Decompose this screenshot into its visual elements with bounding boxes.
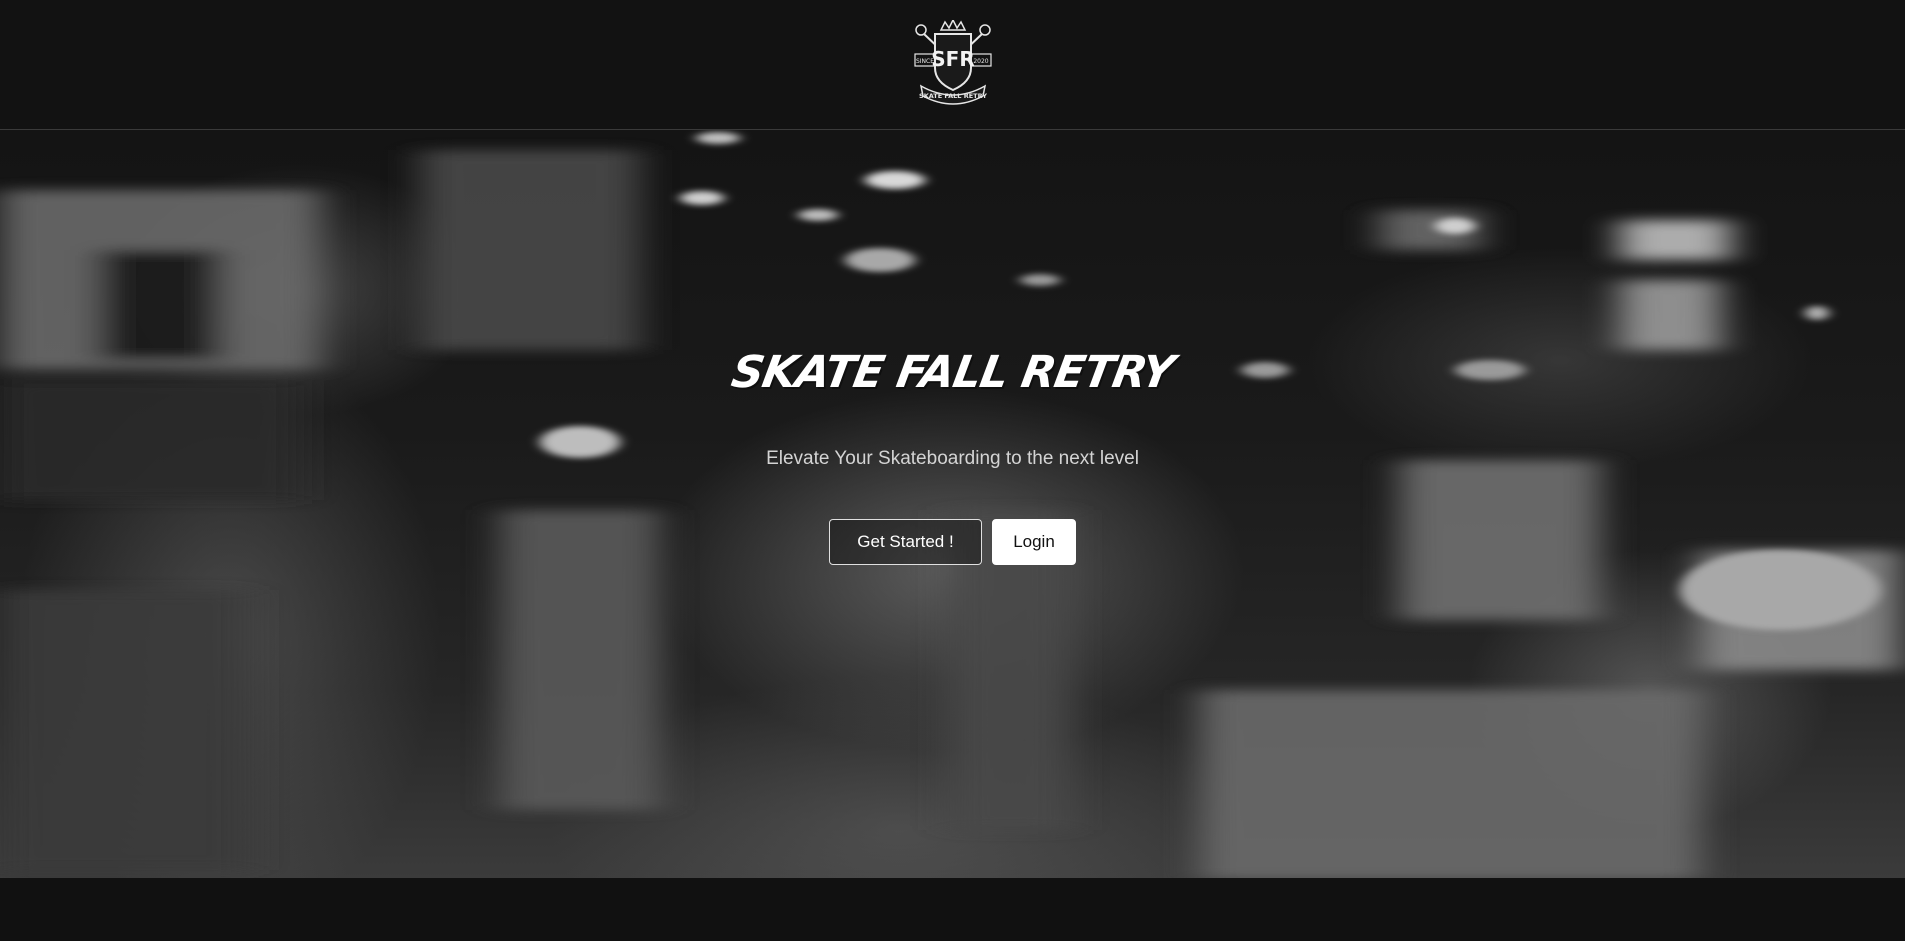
brand-title: SKATE FALL RETRY: [727, 347, 1178, 398]
logo-initials: SFR: [931, 47, 974, 71]
site-header: SINCE 2020 SFR SKATE FALL RETRY: [0, 0, 1905, 130]
hero-actions: Get Started ! Login: [829, 519, 1076, 565]
hero-tagline: Elevate Your Skateboarding to the next l…: [766, 448, 1139, 469]
get-started-button[interactable]: Get Started !: [829, 519, 982, 565]
logo-right-tag: 2020: [973, 58, 988, 65]
hero-background-image: [0, 132, 1900, 878]
sfr-logo-icon[interactable]: SINCE 2020 SFR SKATE FALL RETRY: [913, 20, 993, 108]
hero-section: SKATE FALL RETRY Elevate Your Skateboard…: [0, 130, 1905, 878]
logo-ribbon: SKATE FALL RETRY: [919, 92, 987, 100]
login-button[interactable]: Login: [992, 519, 1076, 565]
